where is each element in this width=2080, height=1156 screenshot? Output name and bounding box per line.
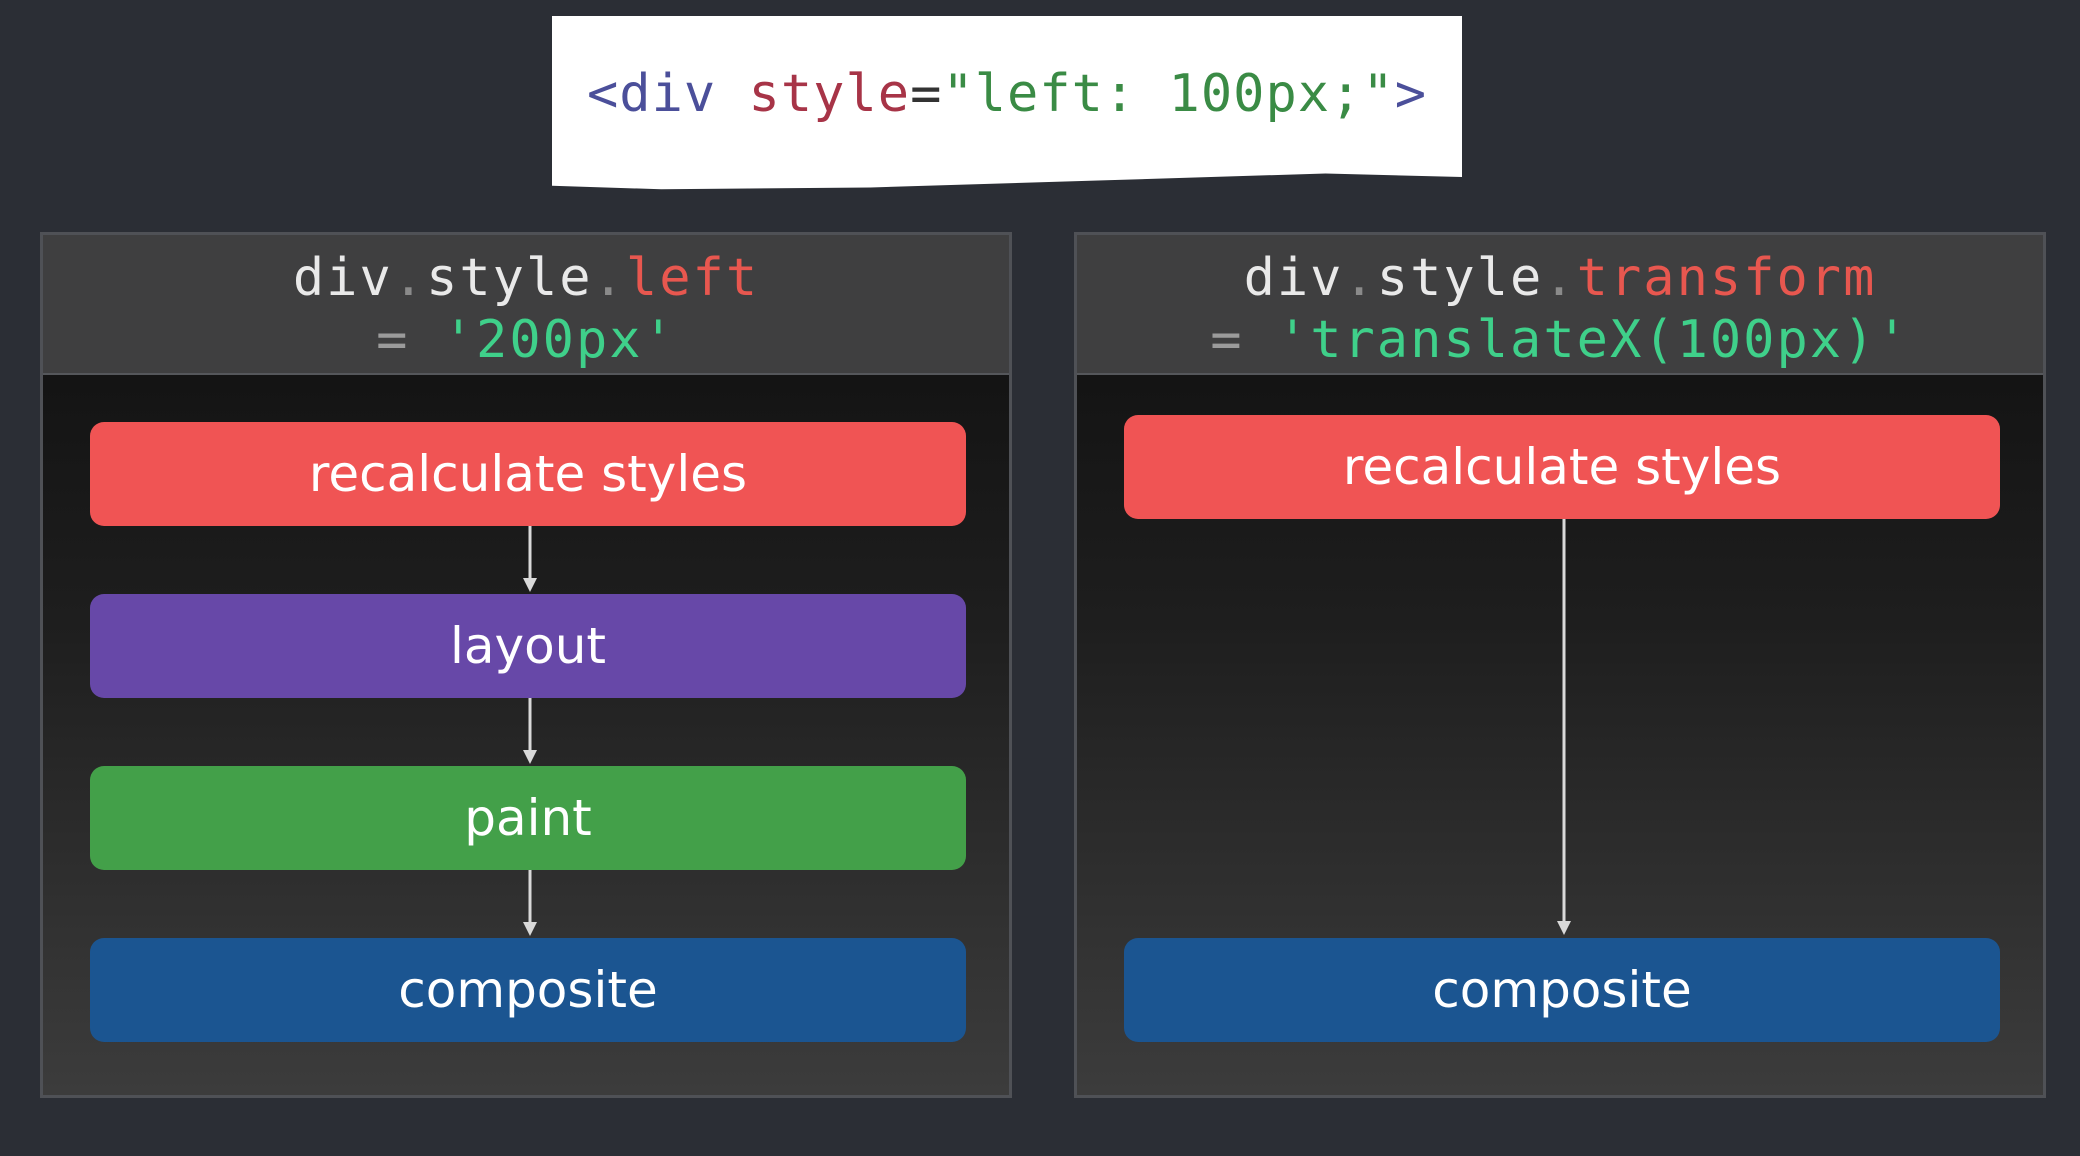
header-property: left bbox=[625, 248, 760, 308]
header-value: 'translateX(100px)' bbox=[1276, 310, 1910, 370]
header-equals: = bbox=[1210, 310, 1244, 370]
right-panel-header: div.style.transform = 'translateX(100px)… bbox=[1077, 235, 2043, 375]
header-equals: = bbox=[376, 310, 410, 370]
stage-composite: composite bbox=[90, 938, 966, 1042]
header-property: transform bbox=[1576, 248, 1877, 308]
header-dot: . bbox=[1343, 248, 1377, 308]
code-attribute: style bbox=[716, 64, 911, 124]
code-tag-close: > bbox=[1394, 64, 1427, 124]
code-card: <div style="left: 100px;"> bbox=[552, 16, 1462, 190]
header-value: '200px' bbox=[442, 310, 676, 370]
header-object: div bbox=[292, 248, 393, 308]
right-pipeline-panel: div.style.transform = 'translateX(100px)… bbox=[1074, 232, 2046, 1098]
header-style: style bbox=[1376, 248, 1544, 308]
arrow-down-icon bbox=[523, 526, 537, 592]
stage-paint: paint bbox=[90, 766, 966, 870]
code-tag-open: <div bbox=[587, 64, 717, 124]
arrow-down-icon bbox=[523, 698, 537, 764]
stage-recalculate-styles: recalculate styles bbox=[90, 422, 966, 526]
arrow-down-icon bbox=[523, 870, 537, 936]
header-object: div bbox=[1243, 248, 1344, 308]
arrow-down-icon bbox=[1557, 519, 1571, 935]
stage-recalculate-styles: recalculate styles bbox=[1124, 415, 2000, 519]
left-panel-header: div.style.left = '200px' bbox=[43, 235, 1009, 375]
header-dot: . bbox=[592, 248, 626, 308]
code-snippet: <div style="left: 100px;"> bbox=[552, 64, 1462, 124]
header-dot: . bbox=[1543, 248, 1577, 308]
header-style: style bbox=[426, 248, 593, 308]
header-dot: . bbox=[392, 248, 427, 308]
left-pipeline-panel: div.style.left = '200px' recalculate sty… bbox=[40, 232, 1012, 1098]
stage-composite: composite bbox=[1124, 938, 2000, 1042]
code-equals: = bbox=[910, 64, 943, 124]
code-value: "left: 100px;" bbox=[942, 64, 1395, 124]
stage-layout: layout bbox=[90, 594, 966, 698]
